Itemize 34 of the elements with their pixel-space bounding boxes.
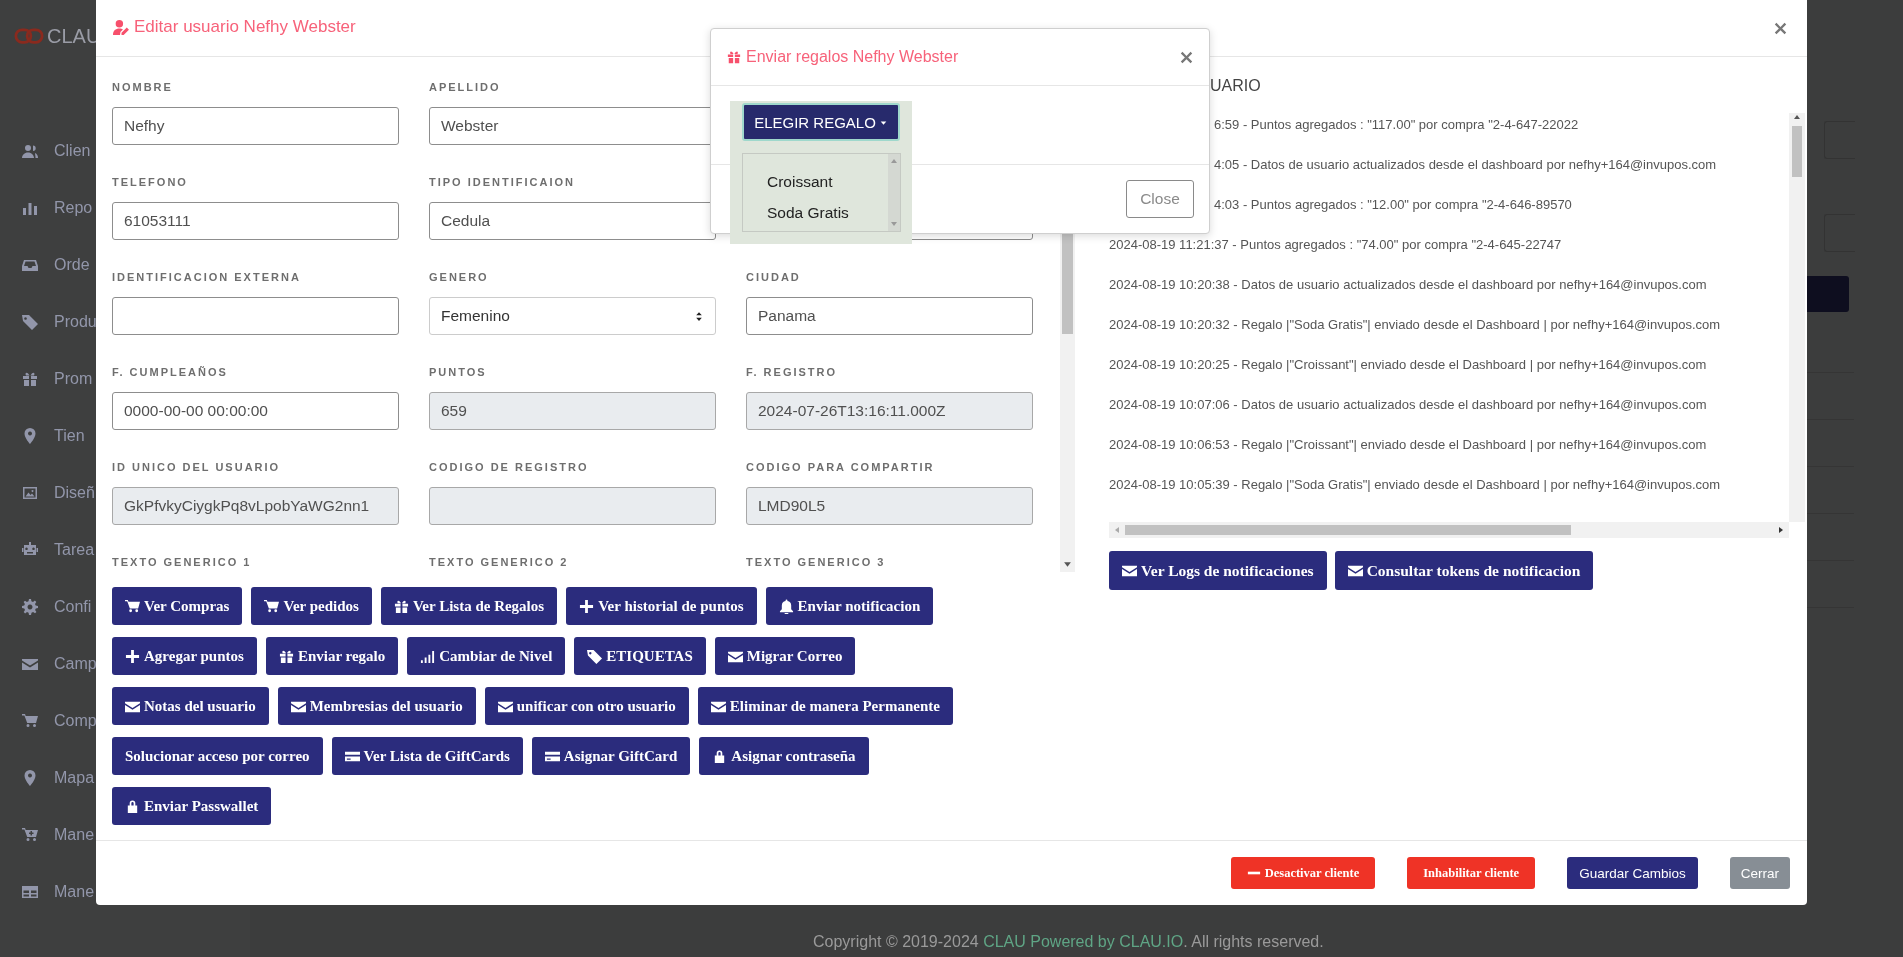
field-label: ID UNICO DEL USUARIO xyxy=(112,460,282,474)
log-entry: 2024-08-19 11:21:37 - Puntos agregados : "74.00" por compra "2-4-645-22747 xyxy=(1109,236,1562,254)
dialog-title: Enviar regalos Nefhy Webster xyxy=(746,48,959,66)
log-entry: 2024-08-19 10:06:53 - Regalo |"Croissant"| enviado desde el Dashboard | por nefhy+164@invupos.com xyxy=(1109,436,1707,454)
field-label: F. CUMPLEAÑOS xyxy=(112,365,229,379)
log-entry: 2024-08-19 10:07:06 - Datos de usuario actualizados desde el dashboard por nefhy+164@invupos.com xyxy=(1109,396,1707,414)
field-label: GENERO xyxy=(429,270,490,284)
field-label: CODIGO DE REGISTRO xyxy=(429,460,590,474)
dialog-title: Editar usuario Nefhy Webster xyxy=(134,17,356,37)
copyright-text: Copyright © 2019-2024 CLAU Powered by CLAU.IO. All rights reserved. xyxy=(813,932,1324,952)
field-label: APELLIDO xyxy=(429,80,502,94)
field-label: PUNTOS xyxy=(429,365,488,379)
log-entry: 4:03 - Puntos agregados : "12.00" por compra "2-4-646-89570 xyxy=(1214,196,1572,214)
log-entry: 2024-08-19 10:20:25 - Regalo |"Croissant"| enviado desde el Dashboard | por nefhy+164@invupos.com xyxy=(1109,356,1707,374)
field-label: TEXTO GENERICO 2 xyxy=(429,555,570,569)
field-label: TELEFONO xyxy=(112,175,189,189)
field-label: F. REGISTRO xyxy=(746,365,839,379)
field-label: IDENTIFICACION EXTERNA xyxy=(112,270,302,284)
log-entry: 2024-08-19 10:05:39 - Regalo |"Soda Gratis"| enviado desde el Dashboard | por nefhy+164@invupos.com xyxy=(1109,476,1721,494)
input-field: 659 xyxy=(429,392,716,430)
input-field: LMD90L5 xyxy=(746,487,1033,525)
section-title: UARIO xyxy=(1209,76,1262,96)
field-label: CODIGO PARA COMPARTIR xyxy=(746,460,936,474)
log-entry: 2024-08-19 10:20:38 - Datos de usuario actualizados desde el dashboard por nefhy+164@invupos.com xyxy=(1109,276,1707,294)
field-label: TIPO IDENTIFICAION xyxy=(429,175,576,189)
field-label: NOMBRE xyxy=(112,80,174,94)
field-label: TEXTO GENERICO 3 xyxy=(746,555,887,569)
log-entry: 6:59 - Puntos agregados : "117.00" por compra "2-4-647-22022 xyxy=(1214,116,1579,134)
field-label: CIUDAD xyxy=(746,270,802,284)
field-label: TEXTO GENERICO 1 xyxy=(112,555,253,569)
input-field: GkPfvkyCiygkPq8vLpobYaWG2nn1 xyxy=(112,487,399,525)
log-entry: 4:05 - Datos de usuario actualizados desde el dashboard por nefhy+164@invupos.com xyxy=(1214,156,1717,174)
log-entry: 2024-08-19 10:20:32 - Regalo |"Soda Gratis"| enviado desde el Dashboard | por nefhy+164@invupos.com xyxy=(1109,316,1721,334)
input-field: 2024-07-26T13:16:11.000Z xyxy=(746,392,1033,430)
